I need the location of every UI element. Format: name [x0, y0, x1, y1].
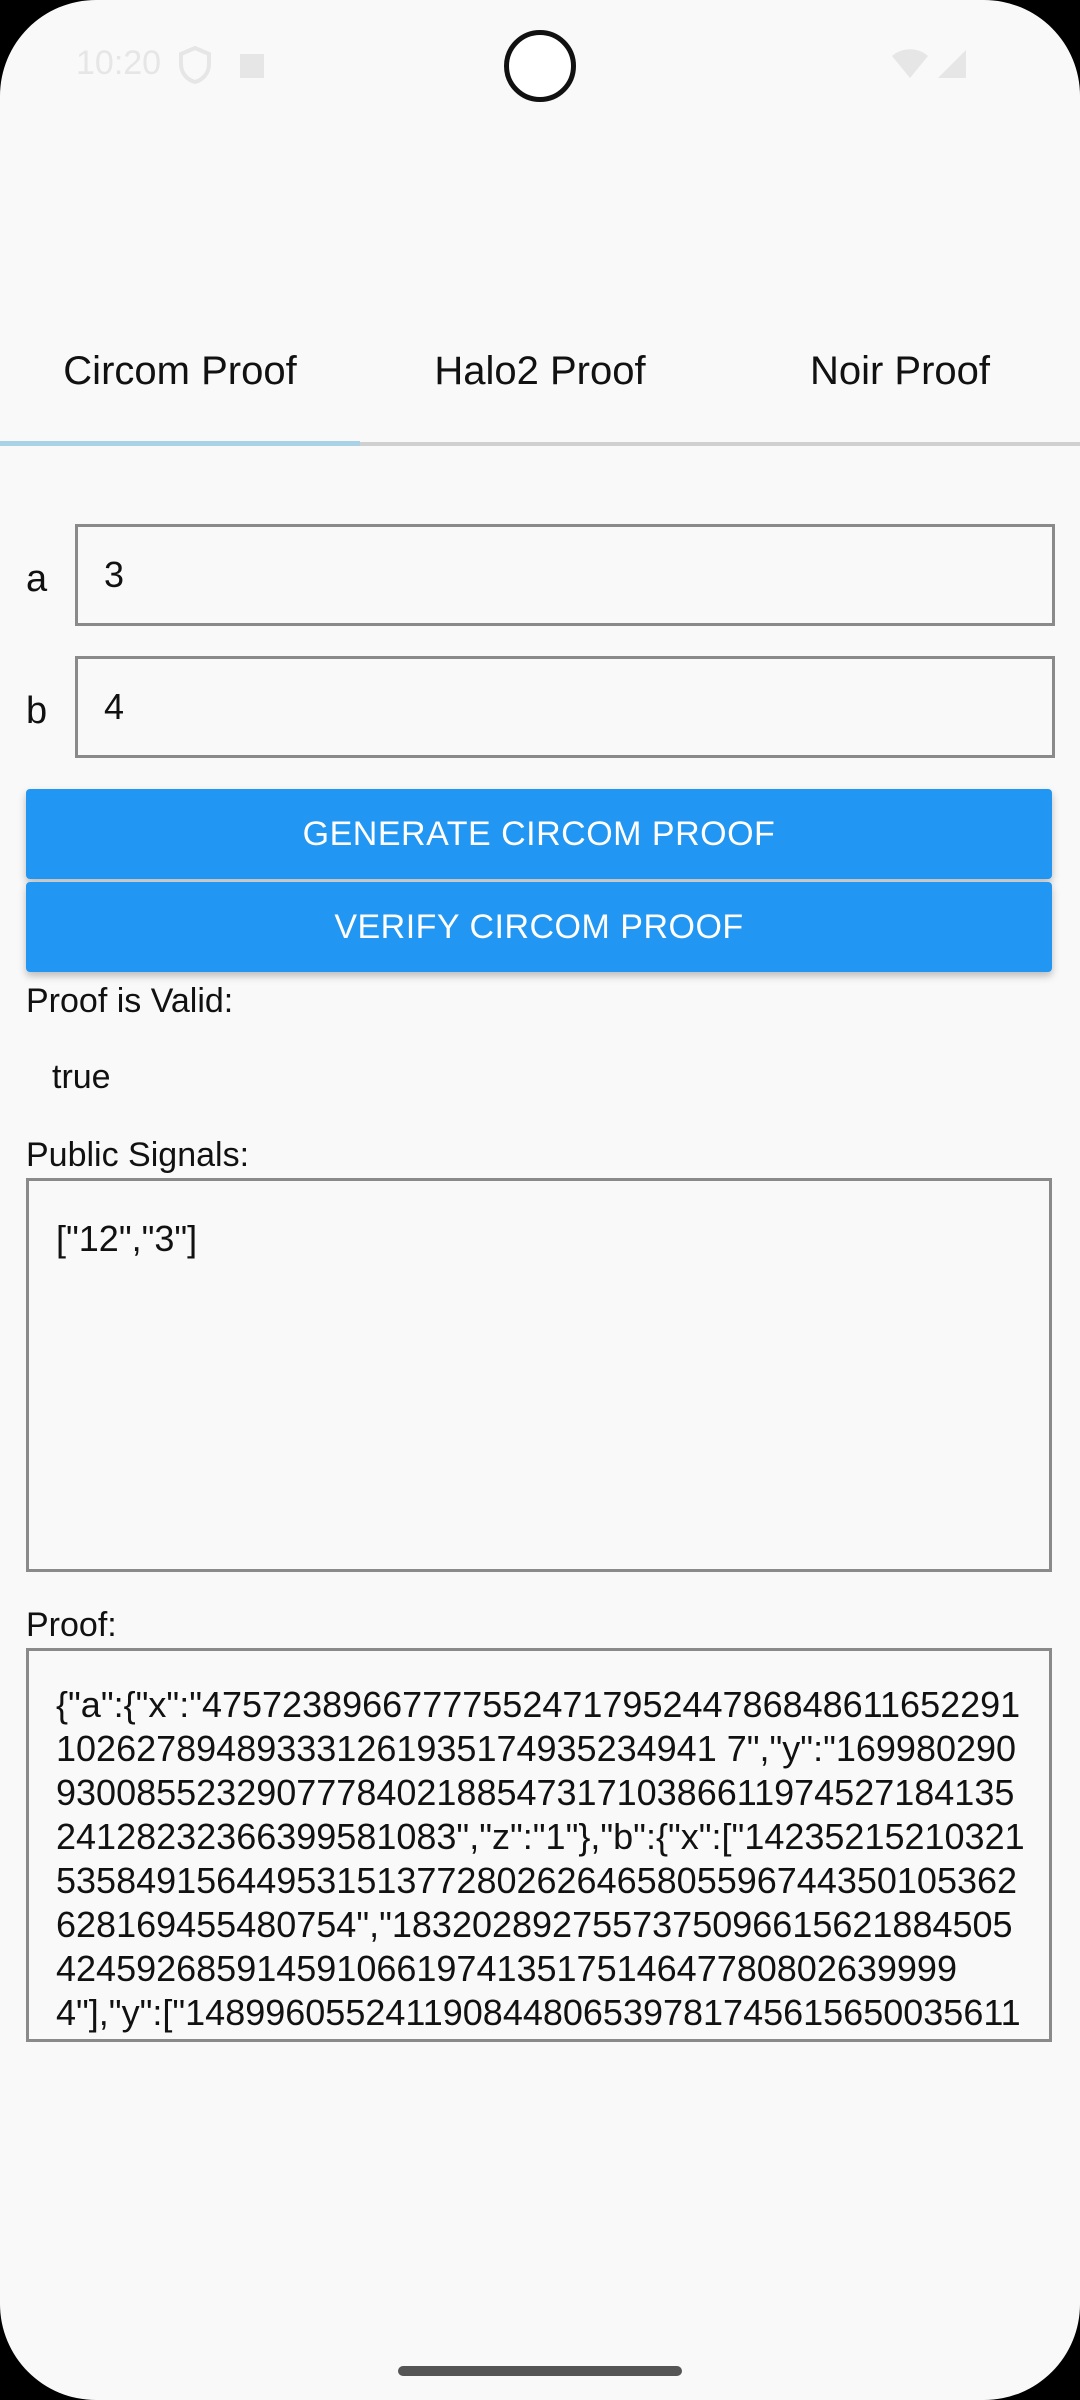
tab-label: Noir Proof	[809, 348, 991, 393]
tab-label: Halo2 Proof	[434, 348, 646, 393]
input-a-field[interactable]: 3	[75, 524, 1055, 626]
tab-noir-proof[interactable]: Noir Proof	[720, 320, 1080, 442]
home-indicator[interactable]	[398, 2366, 682, 2376]
public-signals-box[interactable]: ["12","3"]	[26, 1178, 1052, 1572]
notification-icon	[238, 52, 266, 85]
status-time: 10:20	[76, 44, 162, 82]
input-b-field[interactable]: 4	[75, 656, 1055, 758]
public-signals-text: ["12","3"]	[56, 1218, 198, 1259]
app-screen: 10:20 Circom Proof Halo2 Proof Noir Proo…	[0, 0, 1080, 2400]
cellular-icon	[936, 48, 968, 85]
generate-proof-button-label: GENERATE CIRCOM PROOF	[302, 814, 776, 853]
generate-proof-button[interactable]: GENERATE CIRCOM PROOF	[26, 789, 1052, 879]
tab-selected-indicator	[0, 441, 360, 446]
front-camera	[504, 30, 576, 102]
tab-circom-proof[interactable]: Circom Proof	[0, 320, 360, 446]
public-signals-label: Public Signals:	[26, 1136, 250, 1174]
wifi-icon	[890, 48, 930, 85]
proof-valid-value: true	[52, 1058, 111, 1096]
proof-box[interactable]: {"a":{"x":"47572389667777552471795244786…	[26, 1648, 1052, 2042]
verify-proof-button-label: VERIFY CIRCOM PROOF	[334, 907, 744, 946]
proof-text: {"a":{"x":"47572389667777552471795244786…	[56, 1684, 1025, 2039]
proof-valid-label: Proof is Valid:	[26, 982, 234, 1020]
input-a-label: a	[26, 558, 48, 600]
shield-icon	[178, 45, 212, 89]
input-b-label: b	[26, 690, 48, 732]
proof-tab-bar: Circom Proof Halo2 Proof Noir Proof	[0, 320, 1080, 446]
verify-proof-button[interactable]: VERIFY CIRCOM PROOF	[26, 882, 1052, 972]
proof-label: Proof:	[26, 1606, 117, 1644]
tab-halo2-proof[interactable]: Halo2 Proof	[360, 320, 720, 442]
tab-label: Circom Proof	[63, 348, 297, 393]
